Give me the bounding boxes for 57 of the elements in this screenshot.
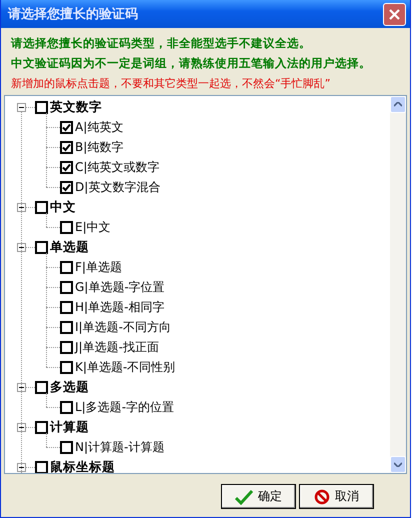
tree-item[interactable]: D|英文数字混合	[5, 177, 390, 197]
tree-item[interactable]: L|多选题-字的位置	[5, 397, 390, 417]
tree-item[interactable]: C|纯英文或数字	[5, 157, 390, 177]
tree-item[interactable]: 英文数字	[5, 97, 390, 117]
collapse-icon[interactable]	[17, 202, 26, 212]
tree-item[interactable]: 计算题	[5, 417, 390, 437]
collapse-icon[interactable]	[17, 242, 26, 252]
checkbox[interactable]	[35, 380, 48, 394]
checkbox[interactable]	[60, 120, 73, 134]
checkbox[interactable]	[35, 240, 48, 254]
chevron-down-icon[interactable]	[394, 462, 402, 467]
tree-item[interactable]: H|单选题-相同字	[5, 297, 390, 317]
collapse-icon[interactable]	[17, 422, 26, 432]
close-button[interactable]	[383, 2, 406, 26]
checkbox[interactable]	[35, 100, 48, 114]
checkbox[interactable]	[35, 460, 48, 473]
tree-item[interactable]: I|单选题-不同方向	[5, 317, 390, 337]
tree-item[interactable]: F|单选题	[5, 257, 390, 277]
tree-item[interactable]: 中文	[5, 197, 390, 217]
tree-item[interactable]: E|中文	[5, 217, 390, 237]
checkbox[interactable]	[60, 360, 73, 374]
window-title: 请选择您擅长的验证码	[8, 6, 138, 23]
tree-item[interactable]: A|纯英文	[5, 117, 390, 137]
collapse-icon[interactable]	[17, 382, 26, 392]
checkmark-icon	[235, 488, 253, 504]
checkbox[interactable]	[60, 300, 73, 314]
checkbox[interactable]	[60, 320, 73, 334]
checkbox[interactable]	[60, 140, 73, 154]
collapse-icon[interactable]	[17, 102, 26, 112]
scrollbar[interactable]	[390, 96, 406, 473]
tree-item[interactable]: B|纯数字	[5, 137, 390, 157]
tree-item[interactable]: K|单选题-不同性别	[5, 357, 390, 377]
checkbox[interactable]	[60, 280, 73, 294]
instruction-text: 中文验证码因为不一定是词组，请熟练使用五笔输入法的用户选择。	[11, 56, 372, 71]
collapse-icon[interactable]	[17, 462, 26, 472]
checkbox[interactable]	[60, 400, 73, 414]
cancel-button[interactable]: 取消	[299, 484, 374, 509]
checkbox[interactable]	[35, 420, 48, 434]
warning-text: 新增加的鼠标点击题，不要和其它类型一起选，不然会“手忙脚乱”	[11, 76, 332, 91]
checkbox[interactable]	[60, 260, 73, 274]
tree-item[interactable]: N|计算题-计算题	[5, 437, 390, 457]
tree-item[interactable]: 单选题	[5, 237, 390, 257]
tree-item[interactable]: G|单选题-字位置	[5, 277, 390, 297]
tree-item[interactable]: J|单选题-找正面	[5, 337, 390, 357]
close-icon	[389, 8, 400, 20]
tree-item[interactable]: 多选题	[5, 377, 390, 397]
chevron-up-icon[interactable]	[394, 102, 402, 107]
prohibited-icon	[314, 488, 330, 504]
checkbox[interactable]	[60, 180, 73, 194]
tree-item[interactable]: 鼠标坐标题	[5, 457, 390, 473]
checkbox[interactable]	[60, 440, 73, 454]
checkbox[interactable]	[60, 220, 73, 234]
checkbox[interactable]	[60, 160, 73, 174]
instruction-text: 请选择您擅长的验证码类型，非全能型选手不建议全选。	[11, 36, 312, 51]
checkbox[interactable]	[35, 200, 48, 214]
ok-button[interactable]: 确定	[221, 484, 296, 509]
checkbox[interactable]	[60, 340, 73, 354]
